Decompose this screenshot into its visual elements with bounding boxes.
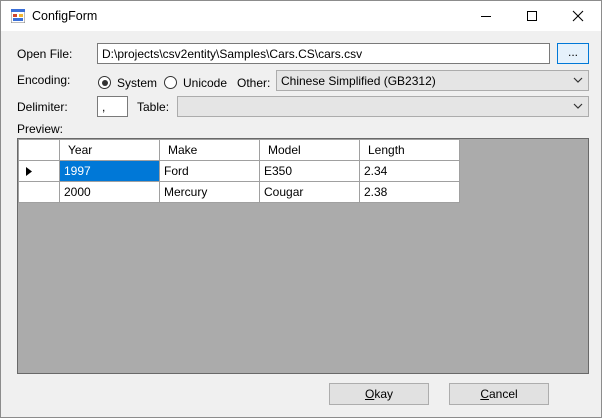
preview-label: Preview: [17, 122, 64, 136]
table-cell[interactable]: Ford [159, 160, 260, 182]
minimize-icon [481, 16, 491, 17]
chevron-down-icon [573, 77, 583, 83]
delimiter-input[interactable]: , [97, 96, 128, 117]
browse-button[interactable]: ... [557, 43, 589, 64]
table-cell[interactable]: Cougar [259, 181, 360, 203]
maximize-button[interactable] [509, 1, 555, 31]
column-header-year[interactable]: Year [59, 139, 160, 161]
other-encoding-select[interactable]: Chinese Simplified (GB2312) [276, 70, 589, 91]
table-row[interactable]: 2000 Mercury Cougar 2.38 [18, 181, 460, 203]
close-icon [572, 10, 584, 22]
table-cell[interactable]: 2.34 [359, 160, 460, 182]
unicode-radio[interactable] [164, 76, 177, 89]
okay-button[interactable]: Okay [329, 383, 429, 405]
table-row[interactable]: 1997 Ford E350 2.34 [18, 160, 460, 182]
header-row: Year Make Model Length [18, 139, 460, 161]
column-header-make[interactable]: Make [159, 139, 260, 161]
table-cell[interactable]: 2000 [59, 181, 160, 203]
cancel-button[interactable]: Cancel [449, 383, 549, 405]
config-form-window: ConfigForm Open File: D:\projects\csv2en… [0, 0, 602, 418]
maximize-icon [527, 11, 537, 21]
cancel-label: ancel [488, 387, 518, 401]
table-label: Table: [137, 100, 170, 114]
row-header[interactable] [18, 160, 60, 182]
close-button[interactable] [555, 1, 601, 31]
table-select[interactable] [177, 96, 589, 117]
other-encoding-value: Chinese Simplified (GB2312) [281, 74, 436, 88]
system-radio-label[interactable]: System [117, 76, 157, 90]
table-cell[interactable]: 1997 [59, 160, 160, 182]
okay-hotkey: O [364, 387, 375, 401]
column-header-model[interactable]: Model [259, 139, 360, 161]
delimiter-label: Delimiter: [17, 100, 68, 114]
table-cell[interactable]: 2.38 [359, 181, 460, 203]
row-header[interactable] [18, 181, 60, 203]
grid-corner-cell[interactable] [18, 139, 60, 161]
current-row-arrow-icon [26, 166, 32, 176]
preview-table: Year Make Model Length 1997 Ford E350 2.… [18, 139, 460, 203]
app-icon [10, 8, 26, 24]
chevron-down-icon [573, 103, 583, 109]
unicode-radio-label[interactable]: Unicode [183, 76, 227, 90]
minimize-button[interactable] [463, 1, 509, 31]
other-encoding-label: Other: [237, 76, 271, 90]
system-radio[interactable] [98, 76, 111, 89]
table-cell[interactable]: E350 [259, 160, 360, 182]
preview-grid[interactable]: Year Make Model Length 1997 Ford E350 2.… [17, 138, 589, 374]
open-file-input[interactable]: D:\projects\csv2entity\Samples\Cars.CS\c… [97, 43, 550, 64]
cancel-hotkey: C [480, 387, 489, 401]
column-header-length[interactable]: Length [359, 139, 460, 161]
open-file-label: Open File: [17, 47, 73, 61]
okay-label: kay [374, 387, 394, 401]
table-cell[interactable]: Mercury [159, 181, 260, 203]
encoding-label: Encoding: [17, 73, 71, 87]
window-title: ConfigForm [32, 9, 98, 23]
title-bar[interactable]: ConfigForm [1, 1, 601, 31]
